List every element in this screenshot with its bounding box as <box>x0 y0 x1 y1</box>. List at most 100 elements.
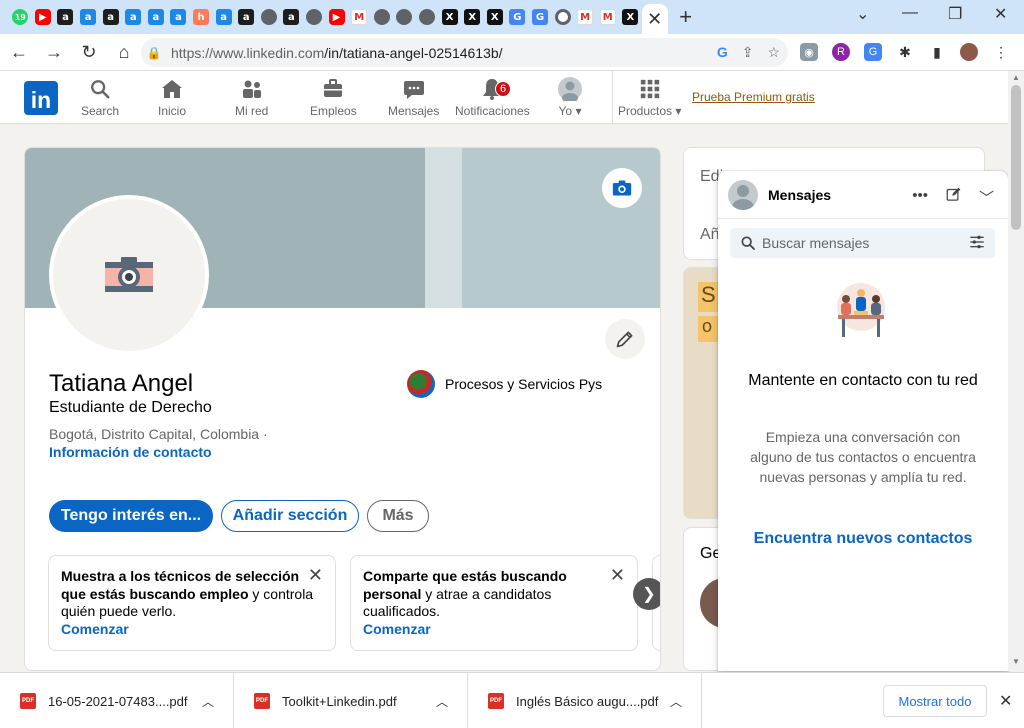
extension-cat-icon[interactable]: ◉ <box>800 43 818 61</box>
browser-tab[interactable]: G <box>529 0 552 34</box>
compose-icon[interactable] <box>946 187 961 208</box>
browser-tab[interactable]: a <box>235 0 258 34</box>
browser-tab[interactable]: ▶ <box>325 0 348 34</box>
browser-tab[interactable]: 19 <box>9 0 32 34</box>
browser-tab[interactable]: ▶ <box>32 0 55 34</box>
browser-tab[interactable] <box>393 0 416 34</box>
filter-icon[interactable] <box>969 234 985 253</box>
nav-me[interactable]: Yo ▾ <box>558 77 582 118</box>
download-item[interactable]: PDF Inglés Básico augu....pdf ︿ <box>468 673 702 728</box>
new-tab-button[interactable]: + <box>668 4 704 30</box>
chevron-down-icon[interactable]: ﹀ <box>979 187 994 208</box>
google-icon[interactable]: G <box>717 44 728 61</box>
nav-messaging[interactable]: Mensajes <box>388 77 439 118</box>
reload-icon[interactable]: ↻ <box>73 36 105 68</box>
browser-tab[interactable]: a <box>145 0 168 34</box>
tab-search-icon[interactable]: ⌄ <box>856 4 869 24</box>
edit-banner-camera-icon[interactable] <box>602 168 642 208</box>
messaging-search-input[interactable]: Buscar mensajes <box>730 228 995 258</box>
globe-icon <box>396 9 413 25</box>
nav-products[interactable]: Productos ▾ <box>618 77 681 118</box>
browser-tab[interactable] <box>371 0 394 34</box>
more-button[interactable]: Más <box>367 500 429 532</box>
browser-tab[interactable]: X <box>461 0 484 34</box>
browser-tab[interactable]: a <box>212 0 235 34</box>
whatsapp-icon: 19 <box>12 9 29 25</box>
messaging-header[interactable]: Mensajes ••• ﹀ <box>718 171 1008 219</box>
extension-lr-icon[interactable]: R <box>832 43 850 61</box>
browser-tab[interactable]: M <box>596 0 619 34</box>
share-icon[interactable]: ⇪ <box>742 44 754 61</box>
show-all-downloads-button[interactable]: Mostrar todo <box>883 685 987 717</box>
edit-profile-pencil-icon[interactable] <box>605 319 645 359</box>
browser-tab[interactable]: a <box>99 0 122 34</box>
dismiss-close-icon[interactable]: ✕ <box>308 566 323 585</box>
forward-icon[interactable]: → <box>38 36 70 68</box>
browser-tab[interactable] <box>258 0 281 34</box>
extension-translate-icon[interactable]: G <box>864 43 882 61</box>
scroll-up-arrow-icon[interactable]: ▲ <box>1012 73 1020 82</box>
tab-close-icon[interactable]: ✕ <box>647 9 662 30</box>
address-bar[interactable]: 🔒 https://www.linkedin.com/in/tatiana-an… <box>141 38 788 67</box>
find-contacts-link[interactable]: Encuentra nuevos contactos <box>718 530 1008 548</box>
browser-tab[interactable]: X <box>483 0 506 34</box>
nav-jobs[interactable]: Empleos <box>310 77 357 118</box>
browser-tab[interactable]: a <box>280 0 303 34</box>
open-to-button[interactable]: Tengo interés en... <box>49 500 213 532</box>
suggestion-cta-link[interactable]: Comenzar <box>61 621 323 639</box>
browser-tab[interactable]: a <box>167 0 190 34</box>
download-item[interactable]: PDF Toolkit+Linkedin.pdf ︿ <box>234 673 468 728</box>
browser-tab[interactable]: a <box>122 0 145 34</box>
lock-icon[interactable]: 🔒 <box>141 46 167 60</box>
browser-tab[interactable]: a <box>54 0 77 34</box>
active-tab[interactable]: ✕ <box>641 4 668 34</box>
extensions-puzzle-icon[interactable]: ✱ <box>896 43 914 61</box>
contact-info-link[interactable]: Información de contacto <box>49 444 212 460</box>
browser-tab[interactable]: M <box>348 0 371 34</box>
add-language-text[interactable]: Añ <box>700 226 720 244</box>
nav-notifications[interactable]: 6 Notificaciones <box>455 77 530 118</box>
browser-tab[interactable] <box>303 0 326 34</box>
browser-tab[interactable]: M <box>574 0 597 34</box>
linkedin-logo[interactable]: in <box>24 81 58 115</box>
restore-icon[interactable]: ❐ <box>948 4 962 24</box>
page-scrollbar[interactable]: ▲ ▼ <box>1008 71 1024 671</box>
home-icon[interactable]: ⌂ <box>108 36 140 68</box>
chevron-up-icon[interactable]: ︿ <box>670 693 682 710</box>
nav-network[interactable]: Mi red <box>235 77 268 118</box>
dismiss-close-icon[interactable]: ✕ <box>610 566 625 585</box>
scroll-thumb[interactable] <box>1011 85 1021 230</box>
bookmark-star-icon[interactable]: ☆ <box>767 44 780 61</box>
gmail-icon: M <box>599 9 616 25</box>
browser-tab[interactable] <box>416 0 439 34</box>
window-close-icon[interactable]: ✕ <box>994 4 1007 24</box>
chevron-up-icon[interactable]: ︿ <box>202 693 214 710</box>
translate-icon: G <box>531 9 548 25</box>
browser-menu-icon[interactable]: ⋮ <box>992 43 1010 61</box>
profile-avatar-icon[interactable] <box>960 43 978 61</box>
url-text[interactable]: https://www.linkedin.com/in/tatiana-ange… <box>171 45 503 61</box>
carousel-next-icon[interactable]: ❯ <box>633 578 660 610</box>
download-item[interactable]: PDF 16-05-2021-07483....pdf ︿ <box>0 673 234 728</box>
profile-photo[interactable] <box>49 195 209 355</box>
current-company[interactable]: Procesos y Servicios Pys <box>407 370 602 398</box>
browser-tab[interactable]: G <box>506 0 529 34</box>
nav-search[interactable]: Search <box>81 77 119 118</box>
chevron-up-icon[interactable]: ︿ <box>436 693 448 710</box>
add-section-button[interactable]: Añadir sección <box>221 500 359 532</box>
browser-tab[interactable]: X <box>438 0 461 34</box>
nav-home[interactable]: Inicio <box>158 77 186 118</box>
suggestion-cta-link[interactable]: Comenzar <box>363 621 625 639</box>
premium-link[interactable]: Prueba Premium gratis <box>692 90 815 104</box>
side-panel-icon[interactable]: ▮ <box>928 43 946 61</box>
browser-tab[interactable] <box>551 0 574 34</box>
browser-tab[interactable]: a <box>77 0 100 34</box>
close-download-bar-icon[interactable]: ✕ <box>999 691 1012 711</box>
more-options-icon[interactable]: ••• <box>912 187 928 208</box>
x-icon: X <box>622 9 639 25</box>
browser-tab[interactable]: h <box>190 0 213 34</box>
browser-tab[interactable]: X <box>619 0 642 34</box>
minimize-icon[interactable]: — <box>902 4 918 22</box>
back-icon[interactable]: ← <box>3 36 35 68</box>
scroll-down-arrow-icon[interactable]: ▼ <box>1012 657 1020 666</box>
